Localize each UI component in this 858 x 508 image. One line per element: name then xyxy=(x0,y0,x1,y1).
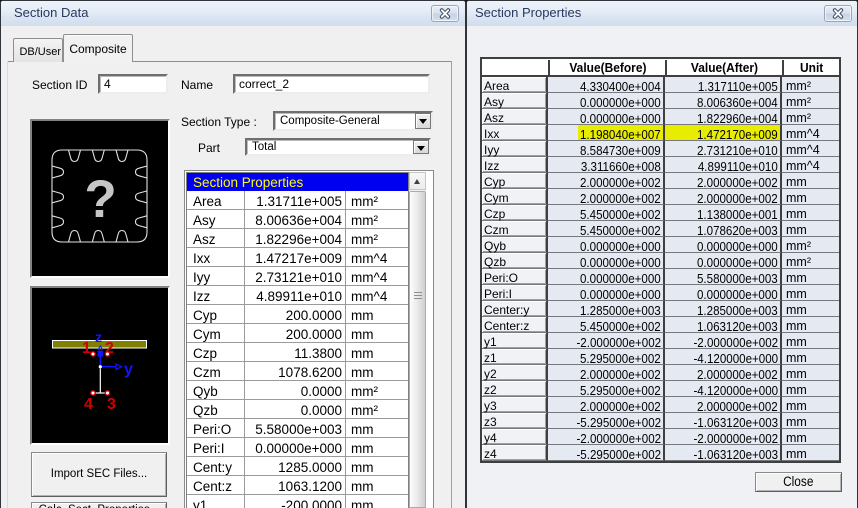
svg-text:z: z xyxy=(95,329,102,345)
svg-text:?: ? xyxy=(84,170,116,229)
svg-text:4: 4 xyxy=(84,396,93,413)
svg-text:y: y xyxy=(124,361,133,378)
svg-text:1: 1 xyxy=(82,340,91,357)
svg-text:3: 3 xyxy=(107,396,116,413)
